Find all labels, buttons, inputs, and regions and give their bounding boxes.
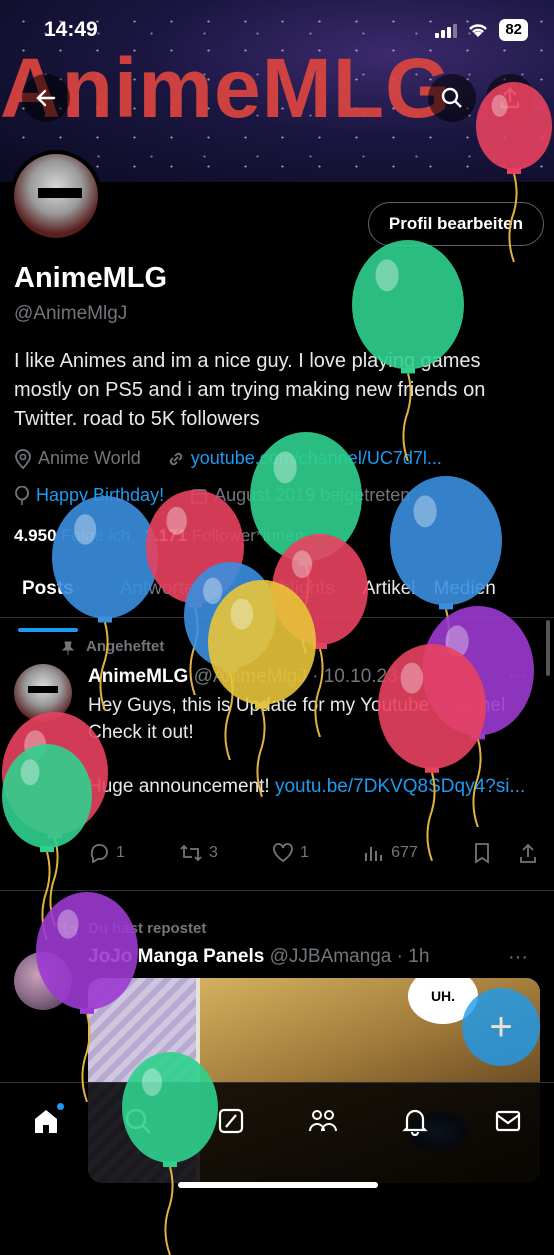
profile-website[interactable]: youtube.com/channel/UC7d7l...	[191, 448, 442, 469]
retweet-button[interactable]: 3	[179, 842, 218, 864]
home-notification-dot	[57, 1103, 65, 1110]
edit-profile-button[interactable]: Profil bearbeiten	[367, 202, 544, 246]
nav-notifications[interactable]	[395, 1101, 435, 1141]
retweet-count: 3	[209, 844, 218, 861]
profile-joined: August 2019 beigetreten	[214, 485, 411, 505]
tweet-text-line-2: Huge announcement!	[88, 776, 275, 797]
compose-button[interactable]: +	[462, 988, 540, 1066]
bookmark-icon[interactable]	[472, 842, 492, 864]
tab-replies[interactable]: Antworten	[120, 568, 206, 617]
plus-icon: +	[489, 1004, 513, 1049]
tweet-link[interactable]: youtu.be/7DKVQ8SDqy4?si...	[275, 776, 525, 797]
follow-stats: 4.950 Folge ich 1.171 Follower*innen	[14, 526, 304, 546]
following-label: Folge ich	[61, 526, 131, 545]
tab-highlights[interactable]: Highlights	[251, 568, 334, 617]
followers-label: Follower*innen	[191, 526, 305, 545]
avatar-sunglasses	[38, 188, 82, 198]
profile-birthday: Happy Birthday!	[36, 485, 165, 505]
profile-avatar[interactable]	[10, 150, 102, 242]
following-count: 4.950	[14, 526, 57, 545]
profile-meta-row-1: Anime World youtube.com/channel/UC7d7l..…	[14, 448, 442, 469]
repost-label: Du hast repostet	[88, 920, 207, 937]
communities-icon	[309, 1110, 338, 1132]
balloon-13	[2, 744, 92, 941]
home-icon	[35, 1110, 58, 1133]
share-icon[interactable]	[518, 842, 538, 864]
profile-handle: @AnimeMlgJ	[14, 303, 128, 324]
share-button[interactable]	[486, 74, 534, 122]
link-icon	[169, 452, 182, 465]
nav-communities[interactable]	[303, 1101, 343, 1141]
nav-messages[interactable]	[488, 1101, 528, 1141]
nav-grok[interactable]	[211, 1101, 251, 1141]
balloon-icon	[15, 485, 29, 505]
tweet-author[interactable]: AnimeMLG	[88, 666, 188, 687]
retweet-icon	[180, 844, 202, 862]
profile-meta-row-2: Happy Birthday! August 2019 beigetreten	[14, 485, 410, 506]
battery-indicator: 82	[499, 19, 528, 41]
pin-icon	[61, 641, 75, 655]
tweet-actions: 1 3 1 677	[88, 842, 538, 864]
following-link[interactable]: 4.950 Folge ich	[14, 526, 130, 545]
search-icon	[441, 87, 462, 108]
calendar-icon	[191, 488, 207, 504]
mail-icon	[495, 1110, 520, 1132]
tab-posts[interactable]: Posts	[18, 568, 78, 632]
profile-bio: I like Animes and im a nice guy. I love …	[14, 350, 486, 430]
reply-icon	[90, 844, 108, 863]
tweet-text: Hey Guys, this is Update for my Youtube …	[88, 692, 528, 800]
reply-button[interactable]: 1	[88, 842, 125, 864]
tweet-text-line-1: Hey Guys, this is Update for my Youtube …	[88, 695, 506, 743]
signal-icon	[435, 22, 458, 38]
share-icon	[500, 87, 520, 109]
more-options-icon[interactable]: ···	[508, 664, 528, 687]
status-time: 14:49	[44, 18, 98, 41]
like-count: 1	[300, 844, 309, 861]
pinned-label: Angeheftet	[86, 638, 165, 655]
nav-explore[interactable]	[118, 1101, 158, 1141]
location-icon	[15, 448, 31, 469]
heart-icon	[273, 843, 293, 863]
arrow-left-icon	[36, 89, 56, 107]
profile-tabs: Posts Antworten Highlights Artikel Medie…	[0, 568, 554, 632]
grok-icon	[218, 1108, 243, 1134]
tab-articles[interactable]: Artikel	[363, 568, 416, 617]
wifi-icon	[469, 24, 488, 37]
followers-count: 1.171	[144, 526, 187, 545]
status-bar: 14:49 82	[0, 0, 554, 60]
scrollbar[interactable]	[546, 620, 550, 676]
repost-author[interactable]: JoJo Manga Panels	[88, 946, 264, 967]
search-icon	[126, 1108, 152, 1134]
tweet-divider	[0, 890, 554, 891]
repost-header: JoJo Manga Panels @JJBAmanga · 1h	[88, 946, 429, 968]
share-tweet-buttons	[472, 842, 538, 864]
home-indicator	[178, 1182, 378, 1188]
views-icon	[365, 847, 383, 861]
repost-time: · 1h	[396, 946, 430, 967]
nav-home[interactable]	[26, 1101, 66, 1141]
views-count: 677	[391, 844, 418, 861]
repost-handle[interactable]: @JJBAmanga	[270, 946, 392, 967]
tweet-handle[interactable]: @AnimeMlgJ	[194, 666, 307, 687]
followers-link[interactable]: 1.171 Follower*innen	[144, 526, 304, 545]
search-button[interactable]	[428, 74, 476, 122]
bell-icon	[402, 1109, 429, 1136]
profile-name: AnimeMLG	[14, 262, 168, 294]
tweet-date: · 10.10.23	[312, 666, 398, 687]
repost-avatar[interactable]	[14, 952, 72, 1010]
views-button[interactable]: 677	[363, 842, 418, 864]
tweet-avatar[interactable]	[14, 664, 72, 722]
reply-count: 1	[116, 844, 125, 861]
like-button[interactable]: 1	[272, 842, 309, 864]
back-button[interactable]	[22, 74, 70, 122]
repost-small-icon	[61, 923, 79, 937]
tweet-header: AnimeMLG @AnimeMlgJ · 10.10.23	[88, 666, 398, 688]
tab-media[interactable]: Medien	[434, 568, 496, 617]
profile-location: Anime World	[38, 448, 141, 468]
repost-more-icon[interactable]: ···	[508, 946, 528, 969]
